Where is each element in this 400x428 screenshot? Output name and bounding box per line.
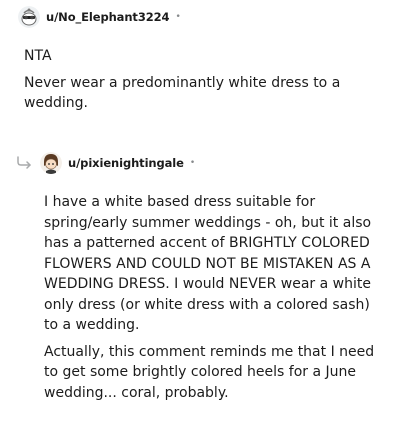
comment-paragraph: Actually, this comment reminds me that I… bbox=[44, 343, 375, 401]
reply-arrow-icon bbox=[17, 156, 31, 169]
comment-paragraph: I have a white based dress suitable for … bbox=[44, 194, 372, 333]
separator-dot: • bbox=[175, 12, 181, 22]
comment-paragraph: NTA bbox=[24, 48, 52, 64]
comment-paragraph: Never wear a predominantly white dress t… bbox=[24, 74, 341, 112]
comment-header: u/No_Elephant3224 • bbox=[18, 6, 181, 28]
snoo-avatar-icon bbox=[18, 6, 40, 28]
separator-dot: • bbox=[189, 158, 196, 168]
avatar[interactable] bbox=[40, 152, 62, 174]
comment-body: NTA Never wear a predominantly white dre… bbox=[24, 46, 354, 120]
snoo-avatar-icon bbox=[40, 152, 62, 174]
comment-body: I have a white based dress suitable for … bbox=[44, 192, 380, 409]
comment-header: u/pixienightingale • bbox=[40, 152, 195, 174]
username[interactable]: u/No_Elephant3224 bbox=[46, 10, 170, 24]
username[interactable]: u/pixienightingale bbox=[68, 156, 184, 170]
avatar[interactable] bbox=[18, 6, 40, 28]
